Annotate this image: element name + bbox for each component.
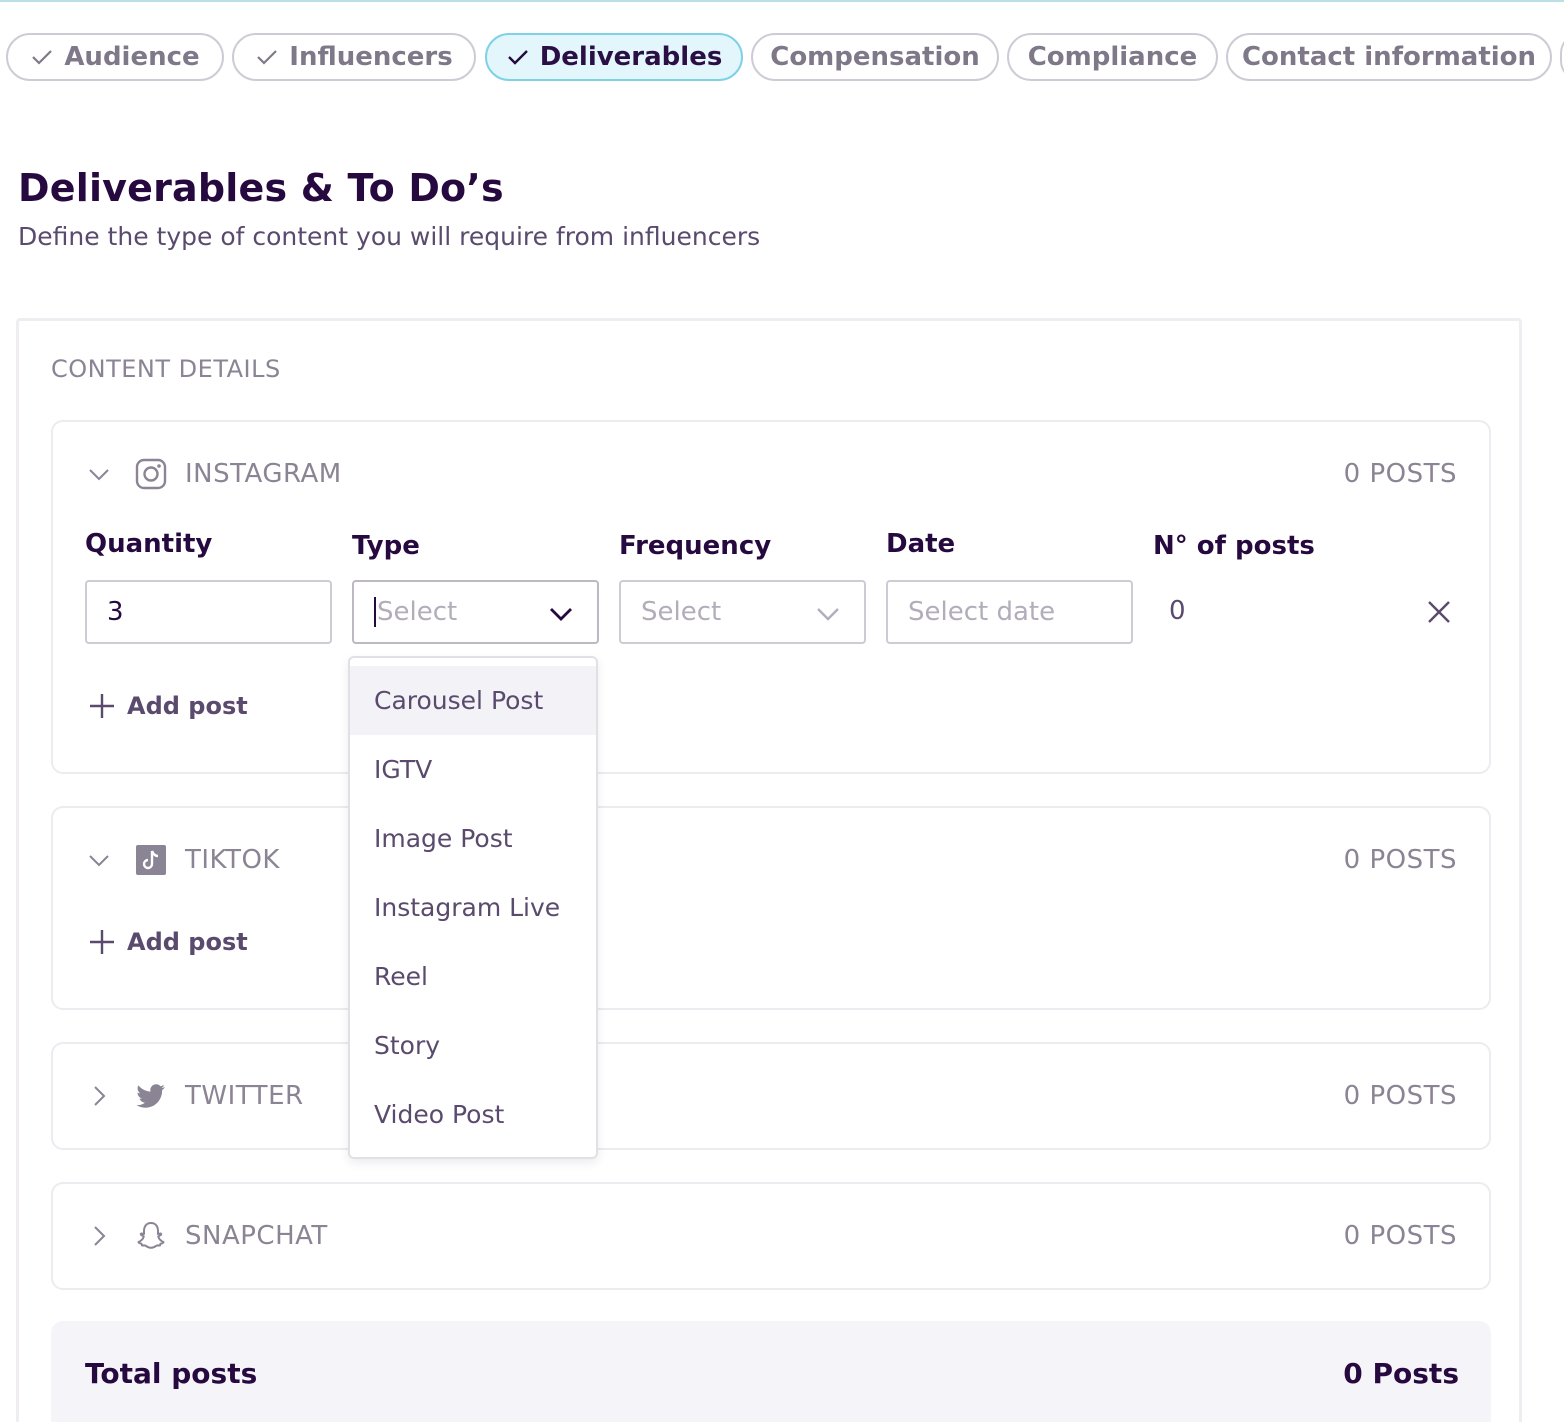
add-post-label: Add post	[127, 928, 248, 956]
step-audience[interactable]: Audience	[6, 33, 224, 81]
platform-snapchat: SNAPCHAT 0 POSTS	[51, 1182, 1491, 1290]
type-option[interactable]: Carousel Post	[350, 666, 596, 735]
instagram-icon	[135, 458, 167, 490]
platform-name: INSTAGRAM	[185, 459, 342, 489]
plus-icon	[90, 694, 114, 718]
platform-header[interactable]: TWITTER 0 POSTS	[87, 1076, 1457, 1116]
add-post-label: Add post	[127, 692, 248, 720]
chevron-down-icon[interactable]	[87, 848, 111, 872]
snapchat-icon	[137, 1222, 165, 1249]
check-icon	[32, 50, 53, 65]
step-label: Contact information	[1241, 42, 1537, 72]
tiktok-icon	[136, 845, 166, 875]
frequency-placeholder: Select	[641, 597, 722, 627]
type-placeholder: Select	[377, 597, 458, 627]
step-label: Audience	[64, 42, 200, 72]
step-label: Compensation	[770, 42, 980, 72]
step-label: Deliverables	[539, 42, 723, 72]
chevron-right-icon[interactable]	[87, 1224, 111, 1248]
platform-post-count: 0 POSTS	[1343, 1221, 1457, 1251]
text-cursor	[374, 597, 376, 627]
quantity-value: 3	[107, 597, 124, 627]
plus-icon	[90, 930, 114, 954]
type-select[interactable]: Select	[352, 580, 599, 644]
page-subtitle: Define the type of content you will requ…	[18, 222, 761, 251]
platform-post-count: 0 POSTS	[1343, 1081, 1457, 1111]
chevron-down-icon[interactable]	[87, 462, 111, 486]
content-details-card: CONTENT DETAILS INSTAGRAM 0 POSTS Quanti…	[16, 318, 1522, 1422]
platform-instagram: INSTAGRAM 0 POSTS Quantity Type Frequenc…	[51, 420, 1491, 774]
add-post-button[interactable]: Add post	[89, 928, 248, 956]
type-label: Type	[352, 531, 420, 561]
check-icon	[507, 50, 528, 65]
platform-name: SNAPCHAT	[185, 1221, 328, 1251]
page-title: Deliverables & To Do’s	[18, 166, 504, 210]
twitter-icon	[136, 1084, 165, 1108]
nposts-value: 0	[1169, 596, 1186, 626]
type-option[interactable]: Story	[350, 1011, 596, 1080]
total-posts-value: 0 Posts	[1343, 1357, 1459, 1390]
platform-name: TWITTER	[185, 1081, 304, 1111]
step-deliverables[interactable]: Deliverables	[485, 33, 743, 81]
type-dropdown-menu: Carousel Post IGTV Image Post Instagram …	[348, 656, 598, 1159]
platform-post-count: 0 POSTS	[1343, 459, 1457, 489]
total-posts-label: Total posts	[85, 1357, 258, 1390]
quantity-label: Quantity	[85, 529, 213, 559]
platform-header[interactable]: TIKTOK 0 POSTS	[87, 840, 1457, 880]
frequency-label: Frequency	[619, 531, 772, 561]
type-option[interactable]: Image Post	[350, 804, 596, 873]
chevron-right-icon[interactable]	[87, 1084, 111, 1108]
platform-name: TIKTOK	[185, 845, 280, 875]
step-next-partial[interactable]	[1560, 33, 1564, 81]
step-compliance[interactable]: Compliance	[1007, 33, 1218, 81]
platform-post-count: 0 POSTS	[1343, 845, 1457, 875]
close-icon[interactable]	[1425, 598, 1453, 626]
platform-header[interactable]: SNAPCHAT 0 POSTS	[87, 1216, 1457, 1256]
platform-header[interactable]: INSTAGRAM 0 POSTS	[87, 454, 1457, 494]
type-option[interactable]: Video Post	[350, 1080, 596, 1149]
date-label: Date	[886, 529, 956, 559]
step-influencers[interactable]: Influencers	[232, 33, 476, 81]
frequency-select[interactable]: Select	[619, 580, 866, 644]
type-option[interactable]: Reel	[350, 942, 596, 1011]
type-option[interactable]: Instagram Live	[350, 873, 596, 942]
chevron-down-icon	[550, 608, 572, 621]
step-compensation[interactable]: Compensation	[751, 33, 999, 81]
top-border	[0, 0, 1564, 2]
section-label: CONTENT DETAILS	[51, 355, 281, 383]
step-label: Influencers	[289, 42, 453, 72]
step-contact-information[interactable]: Contact information	[1226, 33, 1552, 81]
date-placeholder: Select date	[908, 597, 1056, 627]
platform-tiktok: TIKTOK 0 POSTS Add post	[51, 806, 1491, 1010]
quantity-input[interactable]: 3	[85, 580, 332, 644]
step-label: Compliance	[1027, 42, 1198, 72]
platform-twitter: TWITTER 0 POSTS	[51, 1042, 1491, 1150]
total-posts-bar: Total posts 0 Posts	[51, 1321, 1491, 1422]
nposts-label: N° of posts	[1153, 531, 1315, 561]
add-post-button[interactable]: Add post	[89, 692, 248, 720]
check-icon	[257, 50, 278, 65]
chevron-down-icon	[817, 608, 839, 621]
date-input[interactable]: Select date	[886, 580, 1133, 644]
type-option[interactable]: IGTV	[350, 735, 596, 804]
